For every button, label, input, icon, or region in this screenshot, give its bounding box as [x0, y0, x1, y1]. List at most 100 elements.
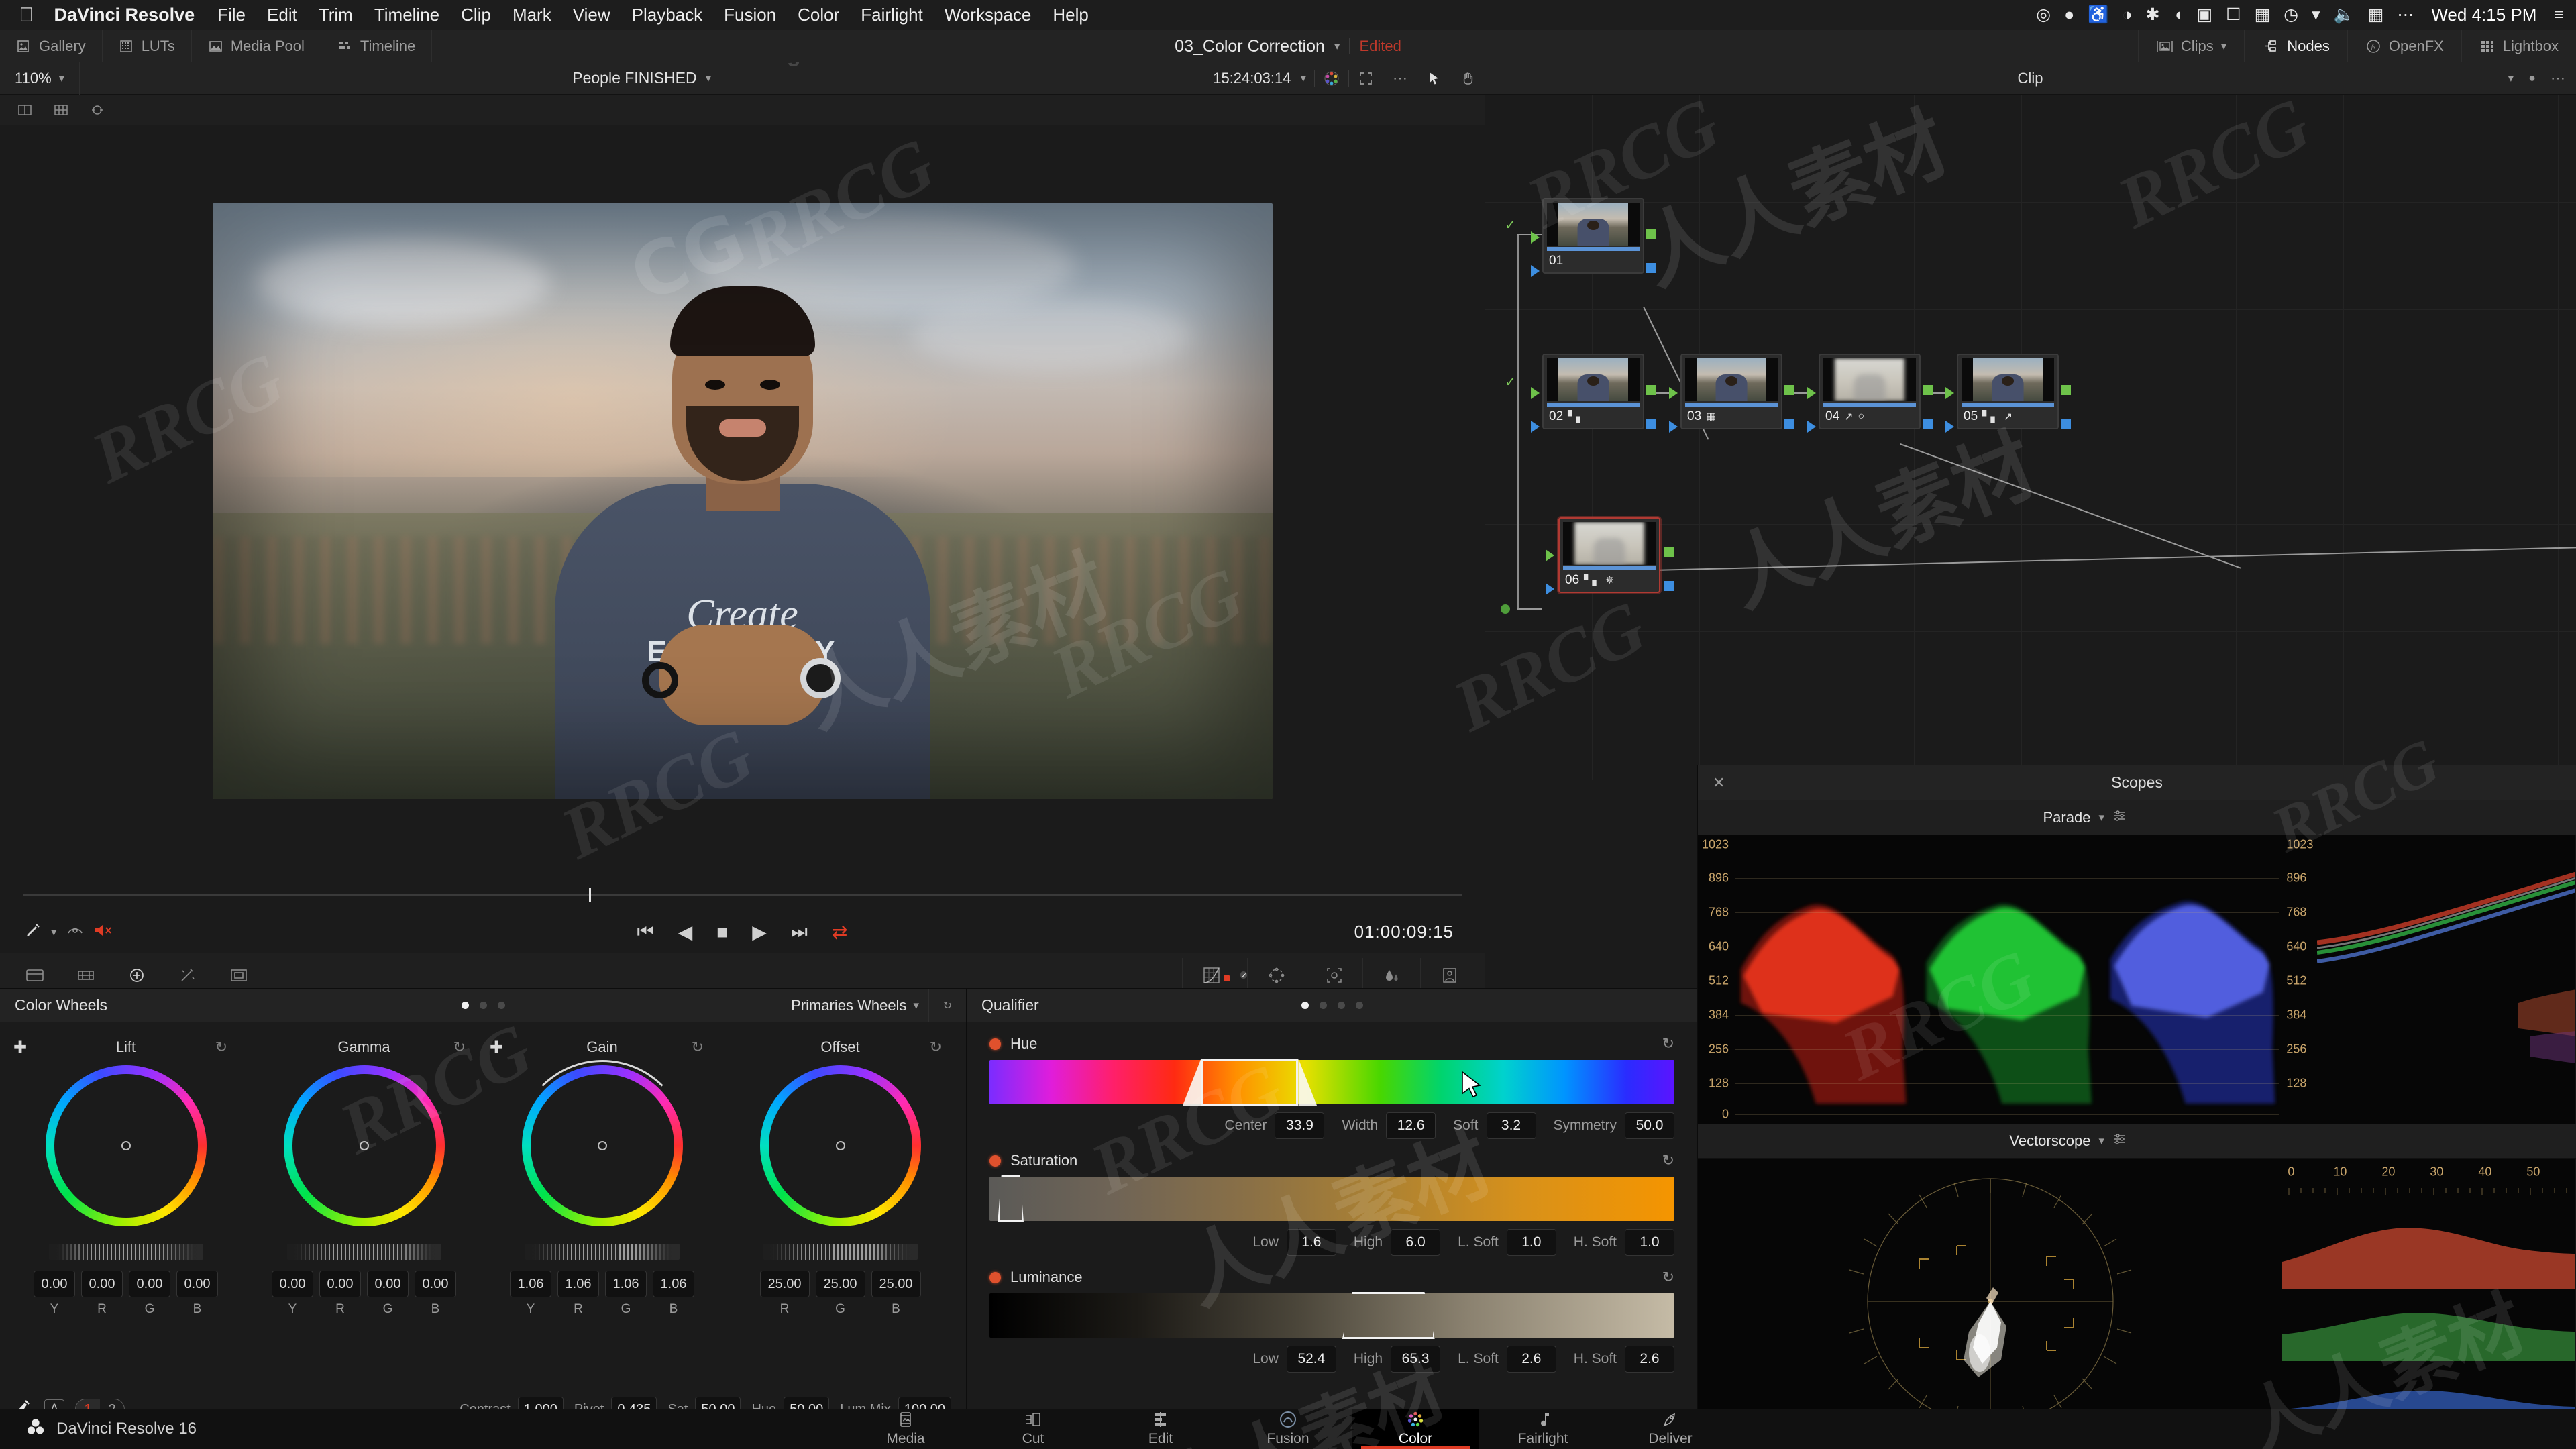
chevron-down-icon[interactable]: ▾: [2508, 72, 2514, 85]
node-06[interactable]: 06 ▘▖ ✵: [1546, 517, 1674, 595]
page-dot[interactable]: [497, 1002, 505, 1009]
luminance-gradient-slider[interactable]: [989, 1292, 1674, 1339]
playhead-timecode[interactable]: 01:00:09:15: [1354, 922, 1454, 943]
skip-start-icon[interactable]: ⏮: [637, 921, 654, 943]
window-icon[interactable]: [213, 958, 264, 993]
param-value[interactable]: 2.6: [1506, 1346, 1556, 1373]
play-icon[interactable]: ▶: [752, 921, 767, 943]
reset-icon[interactable]: ↻: [1662, 1269, 1674, 1286]
node-03[interactable]: 03 ▦: [1669, 354, 1794, 433]
reset-icon[interactable]: ↻: [1662, 1035, 1674, 1053]
stop-icon[interactable]: ■: [716, 922, 728, 943]
node-input-key[interactable]: [1531, 265, 1540, 277]
node-input-rgb[interactable]: [1531, 231, 1540, 244]
page-button-fairlight[interactable]: Fairlight: [1479, 1409, 1607, 1449]
scrubber-playhead[interactable]: [589, 888, 591, 902]
lift-g-value[interactable]: 0.00: [129, 1271, 170, 1297]
offset-g-value[interactable]: 25.00: [815, 1271, 865, 1297]
page-button-cut[interactable]: Cut: [969, 1409, 1097, 1449]
skip-end-icon[interactable]: ⏭: [791, 921, 808, 943]
page-dot[interactable]: [1319, 1002, 1327, 1009]
more-icon[interactable]: ⋯: [2397, 7, 2414, 23]
menu-item-edit[interactable]: Edit: [267, 5, 297, 25]
param-value[interactable]: 52.4: [1286, 1346, 1336, 1373]
scope-settings-icon[interactable]: [2112, 1132, 2127, 1150]
scope-settings-icon[interactable]: [2112, 808, 2127, 826]
chevron-down-icon[interactable]: ▾: [2098, 1134, 2104, 1148]
menu-item-trim[interactable]: Trim: [319, 5, 353, 25]
nodes-button[interactable]: Nodes: [2244, 30, 2347, 62]
right-scope-selector[interactable]: [2137, 800, 2576, 835]
chevron-down-icon[interactable]: ▾: [1300, 72, 1314, 85]
node-output-key[interactable]: [1646, 419, 1656, 429]
loop-icon[interactable]: ⇄: [832, 921, 847, 943]
blur-icon[interactable]: [1362, 957, 1420, 993]
waveform-selector[interactable]: [2137, 1124, 2576, 1158]
vectorscope[interactable]: [1698, 1159, 2283, 1444]
reset-icon[interactable]: ↻: [930, 1038, 942, 1056]
gamma-b-value[interactable]: 0.00: [415, 1271, 456, 1297]
gamma-color-wheel[interactable]: [283, 1065, 445, 1226]
wifi-icon[interactable]: ▾: [2312, 7, 2320, 23]
lift-b-value[interactable]: 0.00: [176, 1271, 218, 1297]
vectorscope-selector[interactable]: Vectorscope ▾: [1698, 1124, 2137, 1158]
menu-item-fairlight[interactable]: Fairlight: [861, 5, 922, 25]
param-value[interactable]: 3.2: [1486, 1112, 1536, 1139]
menu-item-color[interactable]: Color: [798, 5, 839, 25]
node-output-key[interactable]: [2061, 419, 2071, 429]
node-output-rgb[interactable]: [1784, 385, 1794, 395]
more-options-icon[interactable]: ⋯: [1383, 62, 1417, 95]
step-back-icon[interactable]: ◀: [678, 921, 693, 943]
clock-icon[interactable]: ◷: [2284, 7, 2298, 23]
page-dot[interactable]: [1301, 1002, 1309, 1009]
menu-item-workspace[interactable]: Workspace: [945, 5, 1032, 25]
viewer-scrubber[interactable]: [0, 877, 1485, 912]
list-icon[interactable]: ≡: [2554, 7, 2564, 23]
contrast-icon[interactable]: ◖: [2173, 7, 2183, 23]
qualifier-icon[interactable]: [1224, 971, 1247, 981]
saturation-gradient-slider[interactable]: [989, 1175, 1674, 1222]
node-05[interactable]: 05 ▘▖ ↗: [1945, 354, 2071, 433]
node-input-rgb[interactable]: [1546, 549, 1554, 561]
luminance-range-marker[interactable]: [1342, 1292, 1435, 1339]
parade-scope[interactable]: 1023 896 768 640 512 384 256 128 0: [1698, 835, 2283, 1124]
node-output-rgb[interactable]: [1664, 547, 1674, 557]
reset-icon[interactable]: ↻: [1662, 1152, 1674, 1169]
menu-item-view[interactable]: View: [573, 5, 610, 25]
menu-item-file[interactable]: File: [217, 5, 246, 25]
reset-icon[interactable]: ↻: [215, 1038, 227, 1056]
source-timecode[interactable]: 15:24:03:14: [1203, 70, 1300, 87]
camera-icon[interactable]: ▣: [2197, 7, 2213, 23]
node-02[interactable]: 02 ▘▖: [1531, 354, 1656, 433]
hue-gradient-slider[interactable]: [989, 1059, 1674, 1106]
wheel-center-handle[interactable]: [835, 1141, 845, 1150]
hand-icon[interactable]: [1451, 62, 1485, 95]
offset-b-value[interactable]: 25.00: [871, 1271, 921, 1297]
chevron-down-icon[interactable]: ▾: [2221, 40, 2227, 53]
param-value[interactable]: 1.0: [1506, 1229, 1556, 1256]
clips-button[interactable]: Clips ▾: [2137, 30, 2244, 62]
page-dot[interactable]: [479, 1002, 487, 1009]
page-button-color[interactable]: Color: [1352, 1409, 1479, 1449]
histogram-scope[interactable]: 1023 896 768 640 512 384 256 128: [2282, 835, 2576, 1124]
node-input-rgb[interactable]: [1669, 387, 1678, 399]
menu-item-fusion[interactable]: Fusion: [724, 5, 776, 25]
page-button-media[interactable]: Media: [842, 1409, 969, 1449]
param-value[interactable]: 6.0: [1391, 1229, 1441, 1256]
node-input-key[interactable]: [1945, 421, 1954, 433]
offset-color-wheel[interactable]: [759, 1065, 921, 1226]
offset-r-value[interactable]: 25.00: [759, 1271, 810, 1297]
record-icon[interactable]: ◎: [2036, 7, 2051, 23]
airplay-icon[interactable]: ☐: [2226, 7, 2241, 23]
dot-icon[interactable]: ●: [2528, 71, 2536, 85]
hue-low-softness[interactable]: [1182, 1059, 1201, 1106]
node-input-key[interactable]: [1807, 421, 1816, 433]
page-button-edit[interactable]: Edit: [1097, 1409, 1224, 1449]
enable-check-02[interactable]: ✓: [1505, 374, 1516, 390]
param-value[interactable]: 65.3: [1391, 1346, 1441, 1373]
gain-master-slider[interactable]: [525, 1244, 680, 1260]
reset-icon[interactable]: ↻: [453, 1038, 466, 1056]
node-output-rgb[interactable]: [2061, 385, 2071, 395]
lift-r-value[interactable]: 0.00: [81, 1271, 123, 1297]
gamma-g-value[interactable]: 0.00: [367, 1271, 409, 1297]
